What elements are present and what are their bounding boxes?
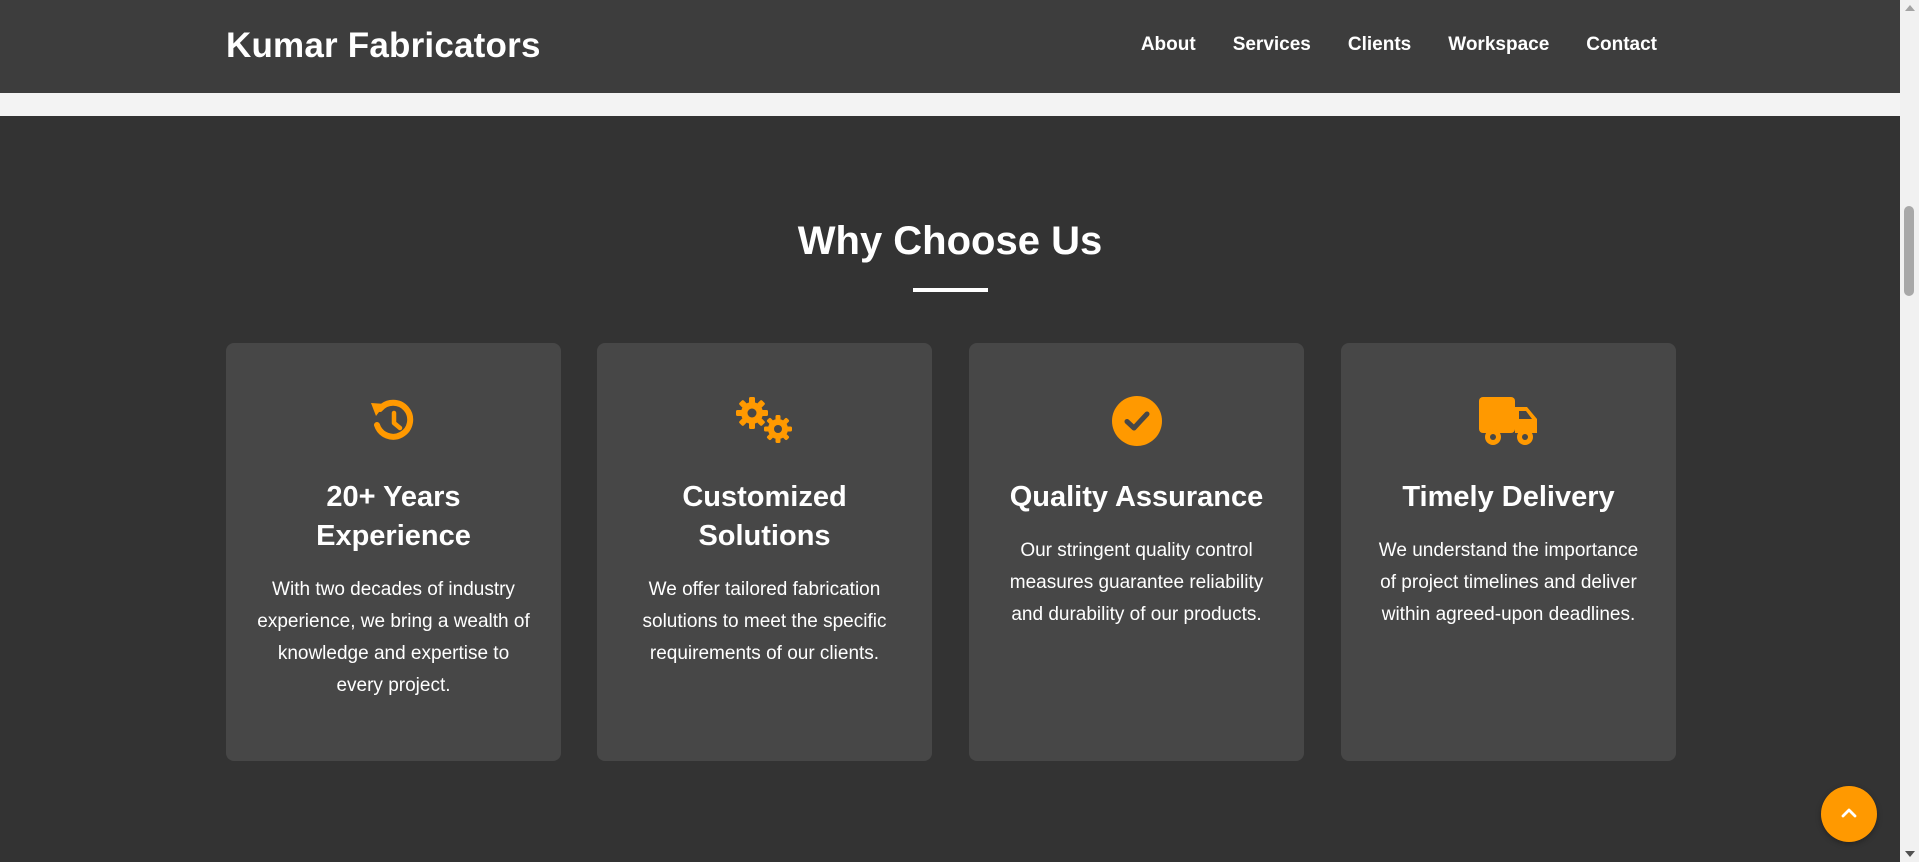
nav-link-clients[interactable]: Clients xyxy=(1348,34,1411,56)
title-underline xyxy=(913,288,988,292)
feature-cards: 20+ Years Experience With two decades of… xyxy=(226,343,1676,761)
scrollbar-thumb[interactable] xyxy=(1904,206,1914,296)
nav-link-contact[interactable]: Contact xyxy=(1586,34,1657,56)
feature-title: Customized Solutions xyxy=(682,481,847,552)
feature-description: We understand the importance of project … xyxy=(1378,540,1639,625)
feature-card-delivery: Timely Delivery We understand the import… xyxy=(1341,343,1676,761)
feature-title: Timely Delivery xyxy=(1402,481,1615,513)
feature-card-experience: 20+ Years Experience With two decades of… xyxy=(226,343,561,761)
feature-card-quality: Quality Assurance Our stringent quality … xyxy=(969,343,1304,761)
check-circle-icon xyxy=(969,393,1304,449)
brand-logo[interactable]: Kumar Fabricators xyxy=(226,26,541,66)
scroll-up-arrow[interactable] xyxy=(1905,5,1915,11)
truck-icon xyxy=(1341,393,1676,449)
section-divider xyxy=(0,93,1900,116)
vertical-scrollbar[interactable] xyxy=(1900,0,1919,862)
cogs-icon xyxy=(597,393,932,449)
back-to-top-button[interactable] xyxy=(1821,786,1877,842)
nav-link-about[interactable]: About xyxy=(1141,34,1196,56)
main-nav: About Services Clients Workspace Contact xyxy=(1141,34,1657,56)
navbar: Kumar Fabricators About Services Clients… xyxy=(0,0,1900,93)
history-icon xyxy=(226,393,561,449)
why-choose-us-section: Why Choose Us 20+ Years Experience With … xyxy=(0,116,1900,862)
feature-title: 20+ Years Experience xyxy=(316,481,471,552)
chevron-up-icon xyxy=(1838,802,1860,827)
feature-title: Quality Assurance xyxy=(1009,481,1264,513)
section-title: Why Choose Us xyxy=(797,219,1103,263)
feature-card-customized: Customized Solutions We offer tailored f… xyxy=(597,343,932,761)
feature-description: We offer tailored fabrication solutions … xyxy=(642,579,887,664)
feature-description: Our stringent quality control measures g… xyxy=(1009,540,1264,625)
feature-description: With two decades of industry experience,… xyxy=(257,579,530,696)
scroll-down-arrow[interactable] xyxy=(1905,851,1915,857)
nav-link-services[interactable]: Services xyxy=(1233,34,1311,56)
nav-link-workspace[interactable]: Workspace xyxy=(1448,34,1549,56)
